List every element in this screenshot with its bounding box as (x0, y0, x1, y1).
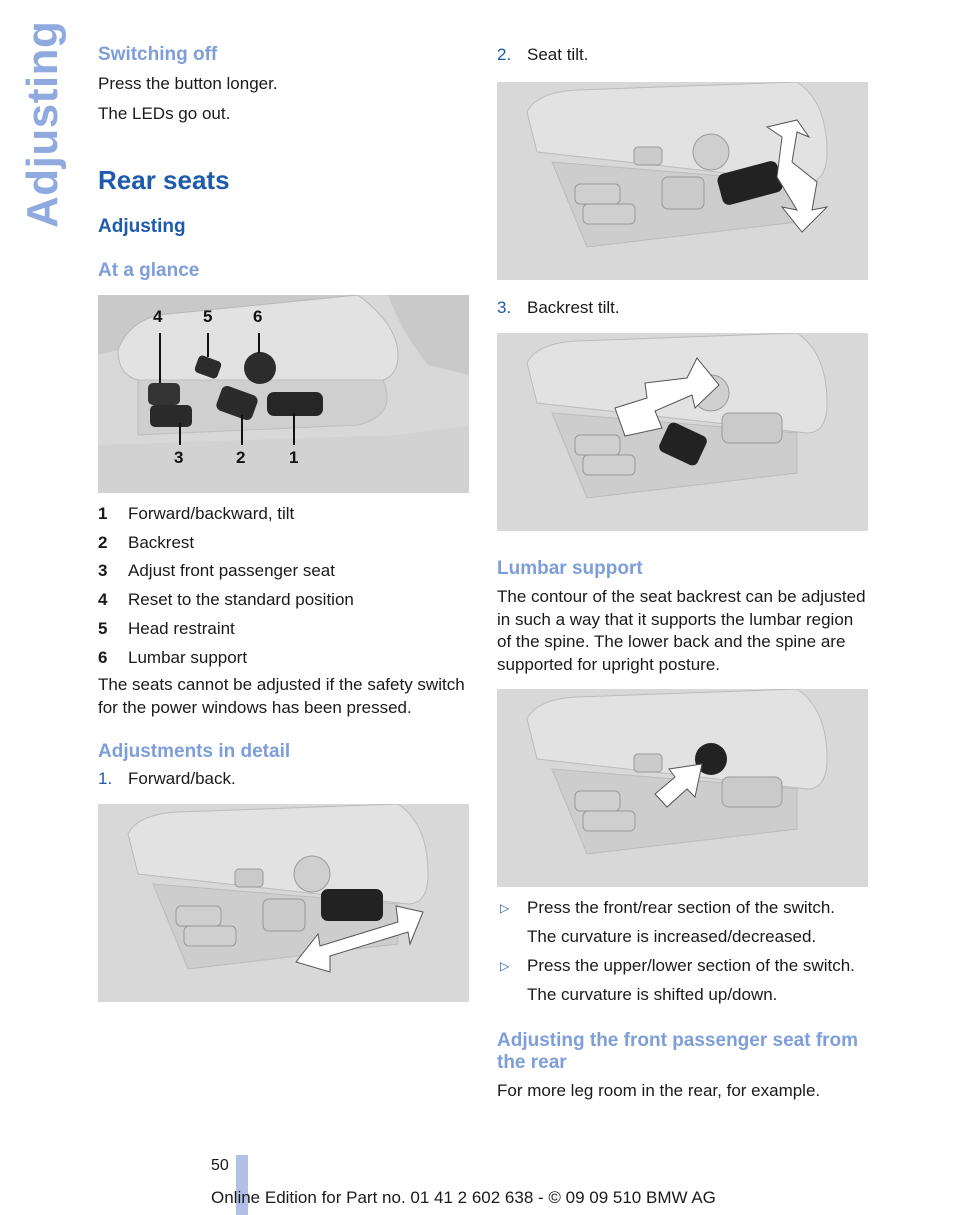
chapter-side-title: Adjusting (18, 20, 67, 228)
legend-item: 2 Backrest (98, 532, 195, 552)
legend-item: 4 Reset to the standard position (98, 590, 354, 610)
adjustments-heading: Adjustments in detail (98, 741, 291, 763)
lumbar-heading: Lumbar support (497, 558, 643, 579)
page-number: 50 (211, 1157, 229, 1174)
front-passenger-button (150, 405, 192, 427)
lumbar-bullets: ▷ Press the front/rear section of the sw… (497, 897, 869, 1006)
switching-off-heading: Switching off (98, 44, 218, 65)
lumbar-text: The contour of the seat backrest can be … (497, 587, 866, 674)
seat-switch-highlighted (321, 889, 383, 922)
backrest-tilt-illustration (497, 333, 868, 531)
step-2: 2. Seat tilt. (497, 45, 589, 64)
step-3: 3. Backrest tilt. (497, 298, 620, 317)
forward-back-illustration (98, 804, 469, 1003)
seat-tilt-illustration (497, 82, 868, 280)
footer-edition: Online Edition for Part no. 01 41 2 602 … (211, 1188, 716, 1207)
safety-note: The seats cannot be adjusted if the safe… (98, 675, 465, 717)
callout-2: 2 (236, 448, 246, 467)
switching-off-line-1: Press the button longer. (98, 74, 278, 93)
legend-item: 5 Head restraint (98, 618, 235, 638)
switching-off-line-2: The LEDs go out. (98, 103, 231, 123)
right-column: 2. Seat tilt. 3. Backrest tilt. Lumbar s… (497, 44, 869, 1103)
legend-item: 1 Forward/backward, tilt (98, 504, 295, 523)
legend-item: 6 Lumbar support (98, 647, 248, 667)
left-column: Switching off Press the button longer. T… (98, 44, 470, 1003)
backrest-tilt-figure (497, 333, 868, 531)
rear-seats-title: Rear seats (98, 165, 230, 195)
seat-tilt-figure (497, 82, 868, 280)
adjusting-subtitle: Adjusting (98, 216, 186, 237)
forward-back-figure (98, 804, 469, 1003)
reset-button (148, 383, 180, 405)
bullet-item: ▷ Press the upper/lower section of the s… (497, 955, 869, 977)
seat-switch (267, 392, 323, 416)
step-1: 1. Forward/back. (98, 769, 236, 789)
callout-5: 5 (203, 307, 213, 326)
front-passenger-text: For more leg room in the rear, for examp… (497, 1081, 821, 1100)
callout-1: 1 (289, 448, 299, 467)
bullet-triangle-icon: ▷ (500, 901, 510, 915)
overview-figure: 4 5 6 3 2 1 (98, 295, 469, 493)
callout-6: 6 (253, 307, 263, 326)
at-a-glance-heading: At a glance (98, 260, 200, 281)
callout-3: 3 (174, 448, 184, 467)
bullet-result: The curvature is shifted up/down. (527, 985, 778, 1004)
bullet-triangle-icon: ▷ (500, 959, 510, 973)
callout-4: 4 (153, 307, 163, 326)
front-passenger-heading: Adjusting the front passenger seat from … (497, 1030, 859, 1073)
legend-list: 1 Forward/backward, tilt 2 Backrest 3 Adjus… (98, 500, 470, 672)
bullet-item: ▷ Press the front/rear section of the sw… (497, 897, 869, 919)
lumbar-figure (497, 689, 868, 887)
lumbar-switch (244, 352, 276, 384)
bullet-result: The curvature is increased/decreased. (527, 927, 817, 946)
legend-item: 3 Adjust front passenger seat (98, 561, 335, 581)
lumbar-illustration (497, 689, 868, 887)
